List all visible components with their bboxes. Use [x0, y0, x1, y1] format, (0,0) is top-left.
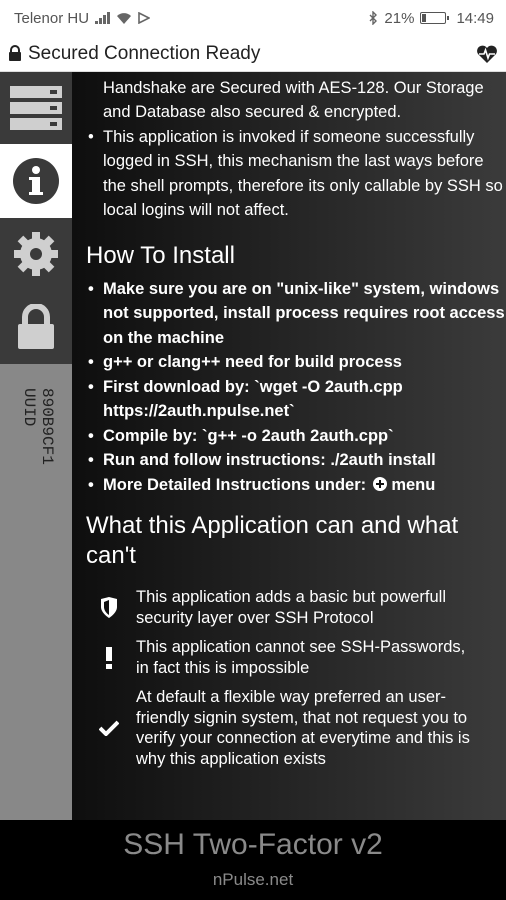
- uuid-label: UUID: [20, 388, 38, 427]
- clock: 14:49: [456, 9, 494, 27]
- feature-text: This application adds a basic but powerf…: [136, 588, 447, 627]
- wifi-icon: [117, 12, 132, 24]
- sidebar-item-settings[interactable]: [0, 218, 72, 290]
- connection-status-title: Secured Connection Ready: [28, 42, 261, 64]
- plus-circle-icon: [372, 476, 387, 491]
- info-scroll: using WebView, any data except the LOGIN…: [72, 72, 506, 769]
- install-step-run: Run and follow instructions: ./2auth ins…: [88, 448, 506, 473]
- check-icon: [99, 720, 119, 736]
- title-bar: Secured Connection Ready: [0, 36, 506, 72]
- capabilities-heading: What this Application can and what can't: [86, 512, 459, 569]
- server-list-icon: [10, 86, 62, 130]
- more-instructions-text: More Detailed Instructions under:: [103, 475, 367, 494]
- cast-icon: [138, 12, 151, 24]
- sidebar-item-security[interactable]: [0, 290, 72, 364]
- footer: SSH Two-Factor v2 nPulse.net: [0, 820, 506, 900]
- status-left: Telenor HU: [14, 9, 151, 27]
- uuid-value: 890B9CF1: [38, 388, 56, 465]
- exclamation-icon: [106, 646, 112, 669]
- app-title: SSH Two-Factor v2: [123, 828, 383, 861]
- bluetooth-icon: [369, 11, 378, 25]
- lock-icon: [18, 304, 54, 349]
- feature-item: This application cannot see SSH-Password…: [94, 637, 506, 678]
- install-heading: How To Install: [86, 241, 235, 269]
- feature-item: At default a flexible way preferred an u…: [94, 687, 506, 769]
- signal-icon: [95, 12, 111, 24]
- lock-icon: [9, 45, 21, 61]
- info-content[interactable]: using WebView, any data except the LOGIN…: [72, 72, 506, 820]
- install-step-system: Make sure you are on "unix-like" system,…: [88, 277, 506, 351]
- heartbeat-icon[interactable]: [476, 44, 498, 64]
- carrier-name: Telenor HU: [14, 9, 90, 27]
- sidebar-item-servers[interactable]: [0, 72, 72, 144]
- info-icon: [13, 158, 59, 204]
- intro-bullet-encryption: using WebView, any data except the LOGIN…: [88, 72, 506, 125]
- install-step-compiler: g++ or clang++ need for build process: [88, 350, 506, 375]
- feature-text: At default a flexible way preferred an u…: [136, 688, 470, 768]
- app-website[interactable]: nPulse.net: [0, 870, 506, 890]
- uuid-text: 890B9CF1 UUID: [20, 388, 56, 465]
- battery-level: [422, 14, 427, 22]
- install-list: Make sure you are on "unix-like" system,…: [72, 277, 506, 498]
- install-step-download: First download by: `wget -O 2auth.cpp ht…: [88, 375, 506, 424]
- sidebar: 890B9CF1 UUID: [0, 72, 72, 820]
- sidebar-item-info[interactable]: [0, 144, 72, 218]
- status-right: 21% 14:49: [369, 10, 494, 27]
- uuid-display: 890B9CF1 UUID: [0, 372, 72, 512]
- feature-item: This application adds a basic but powerf…: [94, 587, 506, 628]
- battery-percent: 21%: [384, 9, 415, 27]
- status-bar: Telenor HU 21% 14:49: [0, 0, 506, 36]
- install-step-more: More Detailed Instructions under: menu: [88, 473, 506, 498]
- shield-icon: [101, 596, 117, 618]
- battery-icon: [420, 12, 450, 24]
- intro-bullet-invocation: This application is invoked if someone s…: [88, 125, 506, 223]
- install-step-compile: Compile by: `g++ -o 2auth 2auth.cpp`: [88, 424, 506, 449]
- intro-list: using WebView, any data except the LOGIN…: [72, 72, 506, 223]
- gear-icon: [14, 232, 58, 276]
- menu-reference: menu: [391, 475, 436, 494]
- feature-text: This application cannot see SSH-Password…: [136, 638, 466, 677]
